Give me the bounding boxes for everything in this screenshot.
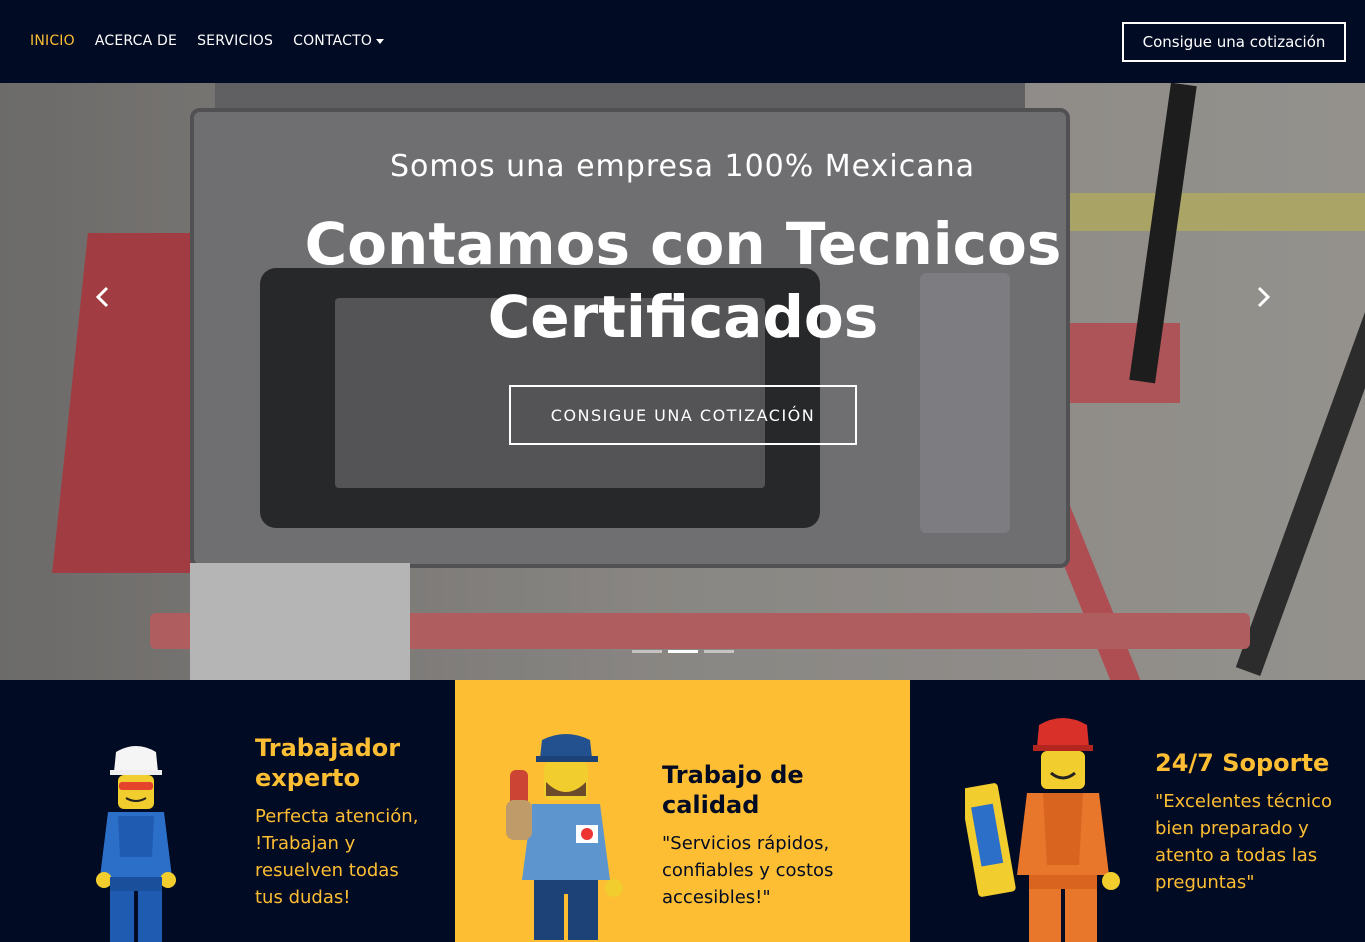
feature-text: "Servicios rápidos, confiables y costos … [662, 833, 834, 908]
hero-quote-button[interactable]: CONSIGUE UNA COTIZACIÓN [509, 385, 857, 445]
nav-link-inicio[interactable]: INICIO [30, 33, 75, 49]
nav-link-servicios[interactable]: SERVICIOS [197, 33, 273, 49]
feature-title: 24/7 Soporte [1155, 749, 1330, 777]
hero-carousel: Somos una empresa 100% Mexicana Contamos… [0, 83, 1365, 680]
navbar: INICIO ACERCA DE SERVICIOS CONTACTO Cons… [0, 0, 1365, 83]
caret-down-icon [376, 38, 385, 44]
hero-title: Contamos con Tecnicos Certificados [304, 210, 1062, 351]
feature-title: Trabajador experto [255, 734, 401, 792]
feature-title: Trabajo de calidad [662, 761, 804, 819]
carousel-indicator-1[interactable] [632, 650, 662, 653]
chevron-left-icon[interactable] [90, 283, 114, 311]
chevron-right-icon[interactable] [1252, 283, 1276, 311]
nav-link-acerca-de[interactable]: ACERCA DE [95, 33, 177, 49]
carousel-indicators [632, 650, 734, 653]
feature-expert-worker: Trabajador experto Perfecta atención, !T… [0, 680, 455, 942]
nav-link-contacto[interactable]: CONTACTO [293, 33, 385, 49]
hero-subtitle: Somos una empresa 100% Mexicana [390, 149, 975, 184]
nav-link-contacto-label: CONTACTO [293, 33, 373, 49]
lego-worker-icon [96, 746, 176, 942]
feature-text: Perfecta atención, !Trabajan y resuelven… [255, 806, 419, 908]
get-quote-button[interactable]: Consigue una cotización [1122, 22, 1346, 62]
lego-technician-icon [506, 734, 623, 940]
feature-support-247: 24/7 Soporte "Excelentes técnico bien pr… [910, 680, 1365, 942]
features-section: Trabajador experto Perfecta atención, !T… [0, 680, 1365, 942]
lego-emmet-icon [965, 718, 1120, 942]
carousel-indicator-3[interactable] [704, 650, 734, 653]
feature-text: "Excelentes técnico bien preparado y ate… [1155, 791, 1333, 893]
nav-links: INICIO ACERCA DE SERVICIOS CONTACTO [30, 33, 404, 49]
feature-quality-work: Trabajo de calidad "Servicios rápidos, c… [455, 680, 910, 942]
carousel-indicator-2[interactable] [668, 650, 698, 653]
